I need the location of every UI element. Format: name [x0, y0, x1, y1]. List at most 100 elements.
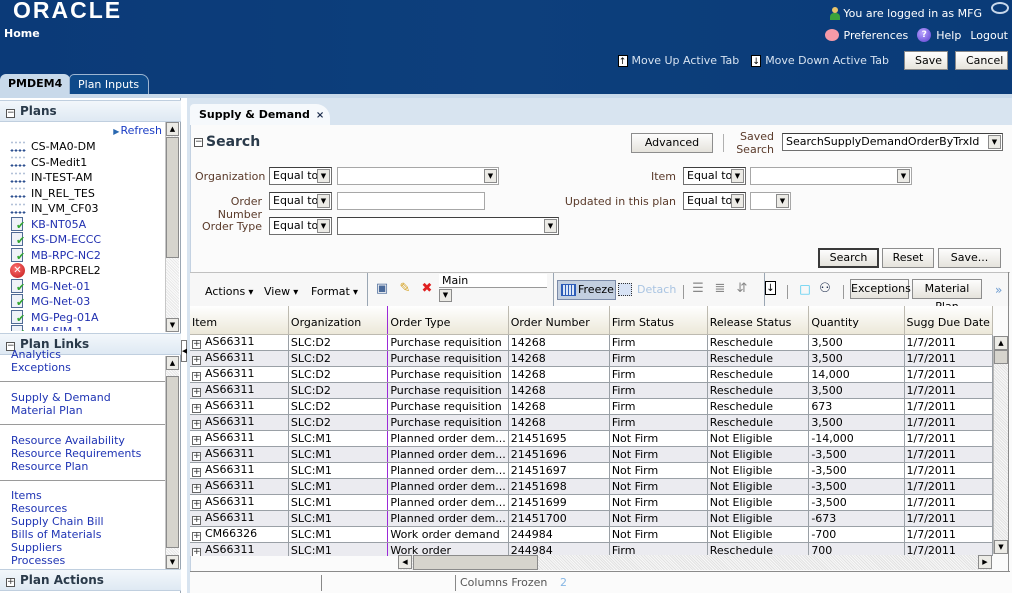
scroll-down-icon[interactable]: ▼: [166, 555, 179, 569]
organization-operator-select[interactable]: Equal to ▼: [269, 167, 332, 185]
scroll-right-icon[interactable]: ▶: [978, 555, 992, 569]
table-row[interactable]: + AS66311 SLC:M1 Work order 244984 Firm Resche…: [190, 542, 993, 556]
chevron-down-icon[interactable]: ▼: [544, 219, 557, 233]
table-row[interactable]: + AS66311 SLC:D2 Purchase requisition 14268 F…: [190, 334, 993, 351]
plan-link-material-plan[interactable]: Material Plan: [11, 404, 165, 417]
chevron-down-icon[interactable]: ▼: [776, 194, 789, 208]
expand-row-icon[interactable]: +: [192, 516, 201, 525]
expand-row-icon[interactable]: +: [192, 340, 201, 349]
scroll-thumb[interactable]: [994, 350, 1008, 364]
plan-item[interactable]: IN_VM_CF03: [10, 201, 99, 216]
scroll-up-icon[interactable]: ▲: [166, 122, 179, 136]
freeze-button[interactable]: Freeze: [557, 280, 616, 300]
plans-scrollbar[interactable]: ▲ ▼: [165, 122, 179, 332]
order-type-value-select[interactable]: ▼: [337, 217, 559, 235]
plan-link-resources[interactable]: Resources: [11, 502, 165, 515]
chevron-down-icon[interactable]: ▼: [988, 135, 1001, 149]
plan-item[interactable]: KB-NT05A: [10, 216, 86, 232]
format-menu[interactable]: Format: [311, 285, 358, 298]
delete-icon[interactable]: ✖: [419, 281, 435, 297]
table-row[interactable]: + AS66311 SLC:M1 Planned order dem... 214516…: [190, 494, 993, 511]
expand-row-icon[interactable]: +: [192, 500, 201, 509]
table-horizontal-scrollbar[interactable]: ◀ ▶: [398, 555, 992, 570]
plan-item[interactable]: CS-MA0-DM: [10, 139, 96, 154]
reorder-columns-icon[interactable]: ⇵: [734, 281, 750, 297]
column-header-order-number[interactable]: Order Number: [508, 306, 610, 335]
save-button[interactable]: Save: [904, 51, 948, 70]
saved-search-select[interactable]: SearchSupplyDemandOrderByTrxId ▼: [782, 133, 1003, 151]
plan-link-supply-chain-bill[interactable]: Supply Chain Bill: [11, 515, 165, 528]
order-type-operator-select[interactable]: Equal to ▼: [269, 217, 332, 235]
order-number-input[interactable]: [337, 192, 485, 210]
item-value-select[interactable]: ▼: [750, 167, 912, 185]
scroll-thumb[interactable]: [166, 376, 179, 548]
close-tab-icon[interactable]: ×: [316, 110, 324, 121]
search-section-header[interactable]: − Search: [194, 134, 260, 150]
plan-item[interactable]: ✕ MB-RPCREL2: [10, 263, 101, 278]
expand-row-icon[interactable]: +: [192, 484, 201, 493]
tab-plan-inputs[interactable]: Plan Inputs: [69, 74, 149, 96]
column-header-firm-status[interactable]: Firm Status: [609, 306, 708, 335]
table-row[interactable]: + AS66311 SLC:M1 Planned order dem... 214516…: [190, 430, 993, 447]
scroll-thumb[interactable]: [166, 137, 179, 258]
chevron-down-icon[interactable]: ▼: [317, 219, 330, 233]
table-row[interactable]: + CM66326 SLC:M1 Work order demand 244984 Not…: [190, 526, 993, 543]
expand-icon[interactable]: +: [6, 578, 15, 587]
plan-link-supply-demand[interactable]: Supply & Demand: [11, 391, 165, 404]
chevron-down-icon[interactable]: ▼: [731, 194, 744, 208]
plan-link-analytics[interactable]: Analytics: [11, 350, 165, 361]
more-toolbar-icon[interactable]: »: [995, 283, 1002, 297]
column-header-sugg-due-date[interactable]: Sugg Due Date: [904, 306, 993, 335]
scroll-left-icon[interactable]: ◀: [398, 555, 412, 569]
plan-item[interactable]: MB-RPC-NC2: [10, 247, 101, 263]
column-header-item[interactable]: Item: [190, 306, 289, 335]
tab-pmdem4[interactable]: PMDEM4: [0, 74, 70, 96]
expand-row-icon[interactable]: +: [192, 436, 201, 445]
plan-item[interactable]: MG-Peg-01A: [10, 309, 98, 325]
scroll-down-icon[interactable]: ▼: [166, 318, 179, 332]
plan-item[interactable]: MG-Net-01: [10, 278, 90, 294]
create-icon[interactable]: ▣: [374, 281, 390, 297]
export-icon[interactable]: ↓: [765, 281, 776, 295]
column-header-organization[interactable]: Organization: [288, 306, 389, 335]
table-row[interactable]: + AS66311 SLC:M1 Planned order dem... 214516…: [190, 478, 993, 495]
collapse-icon[interactable]: −: [194, 137, 203, 147]
refresh-link[interactable]: Refresh: [113, 124, 162, 137]
plan-link-suppliers[interactable]: Suppliers: [11, 541, 165, 554]
advanced-button[interactable]: Advanced: [631, 133, 713, 153]
table-row[interactable]: + AS66311 SLC:D2 Purchase requisition 14268 F…: [190, 366, 993, 383]
home-link[interactable]: Home: [4, 27, 40, 40]
updated-operator-select[interactable]: Equal to ▼: [683, 192, 746, 210]
table-row[interactable]: + AS66311 SLC:M1 Planned order dem... 214516…: [190, 446, 993, 463]
plan-link-items[interactable]: Items: [11, 489, 165, 502]
detach-button[interactable]: Detach: [618, 283, 676, 296]
chevron-down-icon[interactable]: ▼: [897, 169, 910, 183]
move-up-active-tab-link[interactable]: Move Up Active Tab: [632, 54, 740, 67]
updated-value-select[interactable]: ▼: [750, 192, 791, 210]
table-row[interactable]: + AS66311 SLC:D2 Purchase requisition 14268 F…: [190, 398, 993, 415]
item-operator-select[interactable]: Equal to ▼: [683, 167, 746, 185]
expand-row-icon[interactable]: +: [192, 404, 201, 413]
plan-link-bills-of-materials[interactable]: Bills of Materials: [11, 528, 165, 541]
chevron-down-icon[interactable]: ▼: [731, 169, 744, 183]
material-plan-button[interactable]: Material Plan: [912, 279, 982, 313]
plan-link-exceptions[interactable]: Exceptions: [11, 361, 165, 374]
scroll-thumb[interactable]: [413, 555, 538, 570]
scroll-down-icon[interactable]: ▼: [994, 540, 1008, 554]
tab-supply-demand[interactable]: Supply & Demand ×: [190, 104, 330, 126]
expand-row-icon[interactable]: +: [192, 468, 201, 477]
plan-item[interactable]: KS-DM-ECCC: [10, 232, 101, 247]
column-header-release-status[interactable]: Release Status: [707, 306, 810, 335]
expand-row-icon[interactable]: +: [192, 452, 201, 461]
scroll-up-icon[interactable]: ▲: [166, 356, 179, 370]
find-binoculars-icon[interactable]: ⚇: [817, 281, 833, 297]
logout-link[interactable]: Logout: [970, 29, 1008, 42]
help-link[interactable]: Help: [936, 29, 961, 42]
expand-row-icon[interactable]: +: [192, 388, 201, 397]
query-by-example-icon[interactable]: □: [797, 281, 813, 297]
table-vertical-scrollbar[interactable]: ▲ ▼: [993, 336, 1008, 554]
plan-item[interactable]: IN_REL_TES: [10, 186, 95, 201]
collapse-icon[interactable]: −: [6, 109, 15, 118]
plan-item[interactable]: MG-Net-03: [10, 294, 90, 309]
plans-panel-header[interactable]: − Plans: [0, 100, 181, 122]
